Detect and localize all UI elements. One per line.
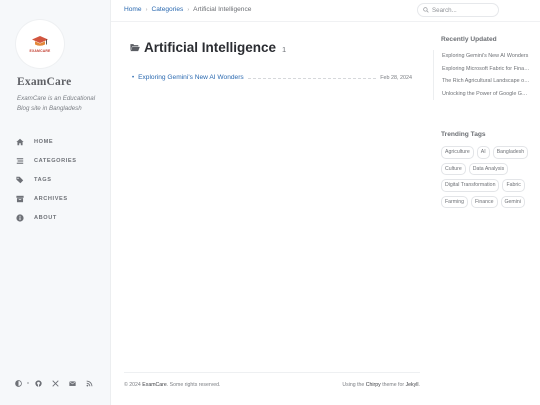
sidebar-item-label: HOME bbox=[34, 138, 54, 145]
breadcrumb: Home › Categories › Artificial Intellige… bbox=[124, 6, 251, 13]
search-box[interactable] bbox=[417, 3, 499, 17]
post-date: Feb 28, 2024 bbox=[380, 74, 412, 81]
recent-post-link[interactable]: Exploring Gemini's New AI Wonders bbox=[442, 50, 530, 63]
theme-mid: theme for bbox=[382, 382, 405, 388]
copyright-year: © 2024 bbox=[124, 382, 141, 388]
footer-owner-link[interactable]: ExamCare bbox=[142, 382, 167, 388]
recent-post-link[interactable]: Exploring Microsoft Fabric for Financial… bbox=[442, 63, 530, 76]
tag-link[interactable]: Agriculture bbox=[441, 146, 474, 159]
email-icon bbox=[68, 380, 76, 386]
tag-link[interactable]: Bangladesh bbox=[492, 146, 529, 159]
github-link[interactable] bbox=[34, 379, 42, 387]
tag-link[interactable]: Finance bbox=[471, 195, 498, 208]
footer: © 2024 ExamCare. Some rights reserved. U… bbox=[124, 372, 420, 388]
tag-link[interactable]: Gemini bbox=[500, 195, 525, 208]
theme-toggle-button[interactable] bbox=[14, 379, 22, 387]
search-icon bbox=[423, 7, 429, 13]
sidebar-bottom bbox=[14, 379, 102, 387]
sidebar-item-categories[interactable]: CATEGORIES bbox=[16, 151, 104, 170]
twitter-icon bbox=[51, 379, 59, 387]
sidebar: EXAMCARE ExamCare ExamCare is an Educati… bbox=[0, 0, 111, 405]
site-title[interactable]: ExamCare bbox=[17, 76, 71, 88]
rss-icon bbox=[86, 380, 92, 386]
tags-icon bbox=[16, 176, 24, 183]
recently-updated-heading: Recently Updated bbox=[441, 36, 497, 43]
sidebar-item-label: ARCHIVES bbox=[34, 195, 68, 202]
tag-cloud: Agriculture AI Bangladesh Culture Data A… bbox=[433, 146, 529, 208]
chirpy-link[interactable]: Chirpy bbox=[366, 382, 381, 388]
breadcrumb-home-link[interactable]: Home bbox=[124, 6, 142, 13]
trending-tags-heading: Trending Tags bbox=[441, 131, 486, 138]
avatar[interactable]: EXAMCARE bbox=[16, 20, 64, 68]
footer-end: . bbox=[418, 382, 420, 388]
home-icon bbox=[16, 138, 24, 145]
twitter-link[interactable] bbox=[51, 379, 59, 387]
post-list-item: • Exploring Gemini's New AI Wonders Feb … bbox=[132, 74, 412, 81]
tag-link[interactable]: Data Analysis bbox=[468, 162, 509, 175]
recent-post-link[interactable]: Unlocking the Power of Google Gemini bbox=[442, 88, 530, 101]
sidebar-item-label: TAGS bbox=[34, 176, 52, 183]
theme-toggle-icon bbox=[14, 379, 22, 387]
chevron-right-icon: › bbox=[187, 6, 190, 13]
bullet-icon: • bbox=[132, 74, 135, 81]
recently-updated-panel: Recently Updated Exploring Gemini's New … bbox=[433, 36, 533, 100]
footer-theme-credit: Using the Chirpy theme for Jekyll. bbox=[342, 382, 420, 388]
recent-post-link[interactable]: The Rich Agricultural Landscape of Bangl… bbox=[442, 75, 530, 88]
sidebar-item-archives[interactable]: ARCHIVES bbox=[16, 189, 104, 208]
archive-icon bbox=[16, 195, 24, 202]
sidebar-item-home[interactable]: HOME bbox=[16, 132, 104, 151]
graduation-cap-logo-icon bbox=[32, 36, 48, 46]
tag-link[interactable]: AI bbox=[476, 146, 490, 159]
topbar: Home › Categories › Artificial Intellige… bbox=[111, 0, 540, 22]
folder-open-icon bbox=[130, 44, 140, 52]
tag-link[interactable]: Digital Transformation bbox=[441, 179, 500, 192]
stream-icon bbox=[16, 157, 24, 164]
page-heading: Artificial Intelligence 1 bbox=[130, 40, 286, 55]
recently-updated-list: Exploring Gemini's New AI Wonders Explor… bbox=[433, 50, 533, 100]
sidebar-item-about[interactable]: ABOUT bbox=[16, 208, 104, 227]
rights-text: . Some rights reserved. bbox=[166, 382, 221, 388]
search-input[interactable] bbox=[432, 6, 496, 14]
tag-link[interactable]: Farming bbox=[441, 195, 469, 208]
site-subtitle: ExamCare is an Educational Blog site in … bbox=[17, 95, 96, 112]
sidebar-item-label: CATEGORIES bbox=[34, 157, 77, 164]
chevron-right-icon: › bbox=[145, 6, 148, 13]
post-count: 1 bbox=[282, 45, 287, 54]
dotted-leader bbox=[247, 77, 377, 79]
sidebar-item-label: ABOUT bbox=[34, 214, 57, 221]
rss-link[interactable] bbox=[85, 379, 93, 387]
sidebar-nav: HOME CATEGORIES TAGS ARCHIVES ABOUT bbox=[16, 132, 104, 227]
jekyll-link[interactable]: Jekyll bbox=[406, 382, 419, 388]
github-icon bbox=[34, 379, 42, 387]
breadcrumb-current: Artificial Intelligence bbox=[193, 6, 252, 13]
post-link[interactable]: Exploring Gemini's New AI Wonders bbox=[138, 74, 244, 81]
tag-link[interactable]: Culture bbox=[441, 162, 466, 175]
footer-copyright: © 2024 ExamCare. Some rights reserved. bbox=[124, 382, 220, 388]
sidebar-item-tags[interactable]: TAGS bbox=[16, 170, 104, 189]
info-icon bbox=[16, 213, 24, 222]
divider-dot bbox=[27, 382, 29, 384]
logo-text: EXAMCARE bbox=[29, 49, 51, 53]
trending-tags-panel: Trending Tags Agriculture AI Bangladesh … bbox=[433, 131, 533, 208]
tag-link[interactable]: Fabric bbox=[502, 179, 525, 192]
page-title: Artificial Intelligence bbox=[144, 40, 277, 55]
breadcrumb-categories-link[interactable]: Categories bbox=[151, 6, 183, 13]
theme-prefix: Using the bbox=[342, 382, 365, 388]
email-link[interactable] bbox=[68, 379, 76, 387]
